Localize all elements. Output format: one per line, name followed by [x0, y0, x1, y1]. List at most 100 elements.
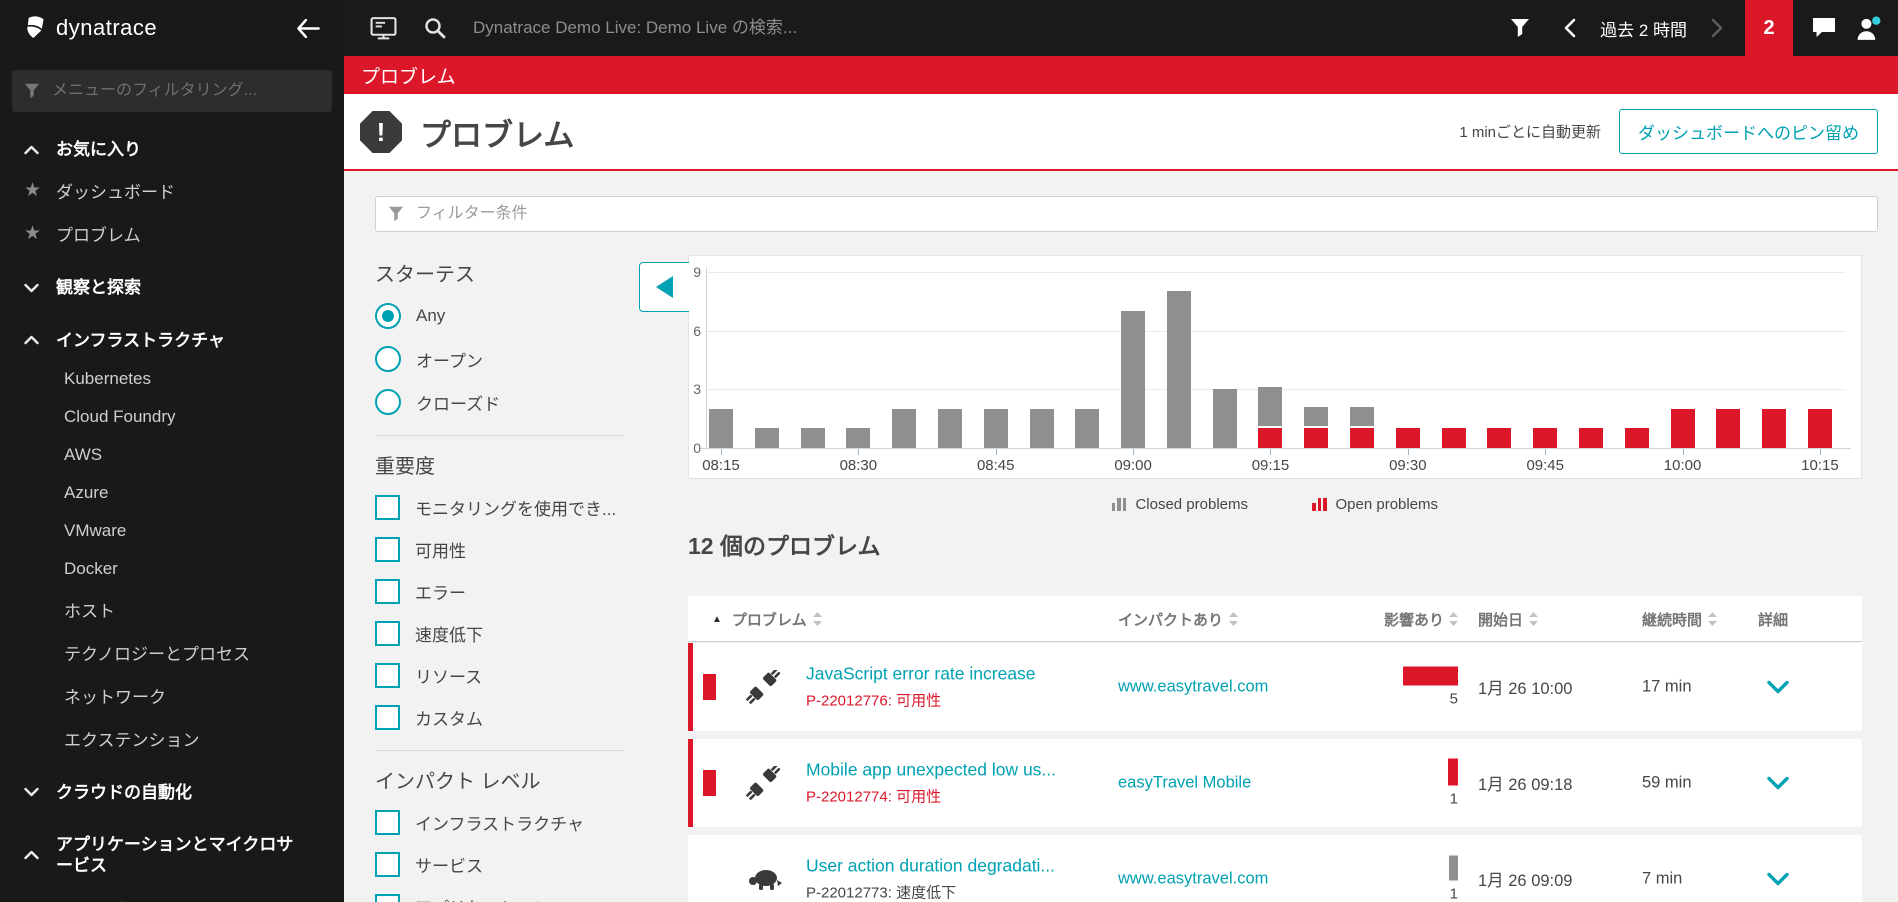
impacted-entity-link[interactable]: www.easytravel.com	[1118, 678, 1268, 697]
time-range-forward-icon[interactable]	[1711, 18, 1723, 38]
filter-checkbox[interactable]: 速度低下	[375, 621, 637, 646]
problem-title-cell: Mobile app unexpected low us... P-2201277…	[806, 760, 1056, 807]
x-axis-line	[701, 448, 1851, 449]
sidebar-item[interactable]: ネットワーク	[0, 674, 344, 717]
legend-item[interactable]: Closed problems	[1111, 496, 1248, 513]
sidebar-filter-input[interactable]	[50, 81, 320, 101]
checkbox-icon	[375, 663, 400, 688]
checkbox-icon	[375, 894, 400, 902]
status-radio[interactable]: オープン	[375, 346, 637, 372]
checkbox-icon	[375, 810, 400, 835]
global-search-input[interactable]	[471, 17, 1035, 39]
severity-indicator	[703, 770, 716, 796]
closed-problems-bar	[1121, 311, 1146, 448]
details-expand-button[interactable]	[1758, 773, 1798, 794]
dynatrace-logo-icon	[27, 16, 44, 38]
filter-checkbox[interactable]: モニタリングを使用でき...	[375, 495, 637, 520]
closed-problems-bar	[937, 408, 962, 448]
problem-row: JavaScript error rate increase P-22012776…	[688, 643, 1862, 731]
x-axis-label: 10:15	[1801, 457, 1839, 474]
chevron-down-icon	[1767, 680, 1789, 694]
problems-timeline-plot[interactable]: 0 3 6 9 08:15 08:30 08:45 09:00 09:15 09:30 09:45 1…	[689, 256, 1861, 478]
impact-options: インフラストラクチャサービスアプリケーション	[375, 810, 637, 902]
sidebar-item[interactable]: フロントエンド	[0, 886, 344, 902]
sidebar-item-label: ホスト	[64, 601, 115, 621]
severity-heading: 重要度	[375, 456, 435, 478]
filter-checkbox[interactable]: エラー	[375, 579, 637, 604]
start-date: 1月 26 10:00	[1478, 680, 1573, 698]
sidebar-item[interactable]: VMware	[0, 512, 344, 550]
details-expand-button[interactable]	[1758, 869, 1798, 890]
details-expand-button[interactable]	[1758, 677, 1798, 698]
duration: 17 min	[1642, 677, 1692, 696]
sidebar-item[interactable]: Kubernetes	[0, 360, 344, 398]
severity-indicator	[703, 674, 716, 700]
open-problems-bar	[1762, 408, 1787, 448]
filter-checkbox[interactable]: インフラストラクチャ	[375, 810, 637, 835]
filter-checkbox[interactable]: 可用性	[375, 537, 637, 562]
filter-checkbox[interactable]: リソース	[375, 663, 637, 688]
sidebar-section[interactable]: クラウドの自動化	[0, 773, 344, 812]
impacted-entity-link[interactable]: www.easytravel.com	[1118, 870, 1268, 889]
pin-to-dashboard-button[interactable]: ダッシュボードへのピン留め	[1619, 109, 1878, 154]
sidebar-item[interactable]: Azure	[0, 474, 344, 512]
sidebar-item[interactable]: Cloud Foundry	[0, 398, 344, 436]
x-axis-label: 08:30	[839, 457, 878, 474]
impacted-entity-link[interactable]: easyTravel Mobile	[1118, 774, 1251, 793]
dynatrace-problems-page: dynatrace 過去 2 時間	[0, 0, 1898, 902]
chat-icon[interactable]	[1811, 16, 1837, 40]
time-range-selector[interactable]: 過去 2 時間	[1600, 16, 1687, 41]
problem-title-link[interactable]: JavaScript error rate increase	[806, 664, 1036, 685]
sidebar-section[interactable]: アプリケーションとマイクロサービス	[0, 825, 344, 886]
time-range-back-icon[interactable]	[1564, 18, 1576, 38]
column-header[interactable]: 影響あり	[1343, 596, 1458, 642]
problem-id: P-22012774: 可用性	[806, 788, 942, 806]
problem-title-link[interactable]: User action duration degradati...	[806, 856, 1055, 877]
sidebar-collapse-arrow-icon[interactable]	[296, 18, 320, 38]
sidebar-item[interactable]: Docker	[0, 550, 344, 588]
filter-checkbox[interactable]: サービス	[375, 852, 637, 877]
mini-bar-chart-icon	[1312, 498, 1327, 511]
column-header[interactable]: ▲ プロブレム	[712, 596, 822, 642]
legend-item[interactable]: Open problems	[1312, 496, 1438, 513]
divider	[375, 435, 625, 436]
y-axis-label: 0	[693, 440, 701, 456]
sidebar-section[interactable]: インフラストラクチャ	[0, 321, 344, 360]
filter-conditions-input[interactable]	[414, 204, 1865, 224]
column-header[interactable]: 継続時間	[1642, 596, 1718, 642]
x-axis-label: 10:00	[1663, 457, 1702, 474]
breadcrumb[interactable]: プロブレム	[361, 62, 456, 89]
status-radio[interactable]: クローズド	[375, 389, 637, 415]
user-profile-icon[interactable]	[1855, 16, 1882, 41]
sidebar-section[interactable]: お気に入り	[0, 130, 344, 169]
filter-icon[interactable]	[1510, 18, 1530, 38]
column-header[interactable]: 開始日	[1478, 596, 1539, 642]
dynatrace-logo[interactable]: dynatrace	[22, 15, 157, 41]
sidebar-item-favorite[interactable]: ★ ダッシュボード	[0, 169, 344, 212]
status-radio[interactable]: Any	[375, 303, 637, 329]
column-header[interactable]: インパクトあり	[1118, 596, 1239, 642]
open-problems-badge[interactable]: 2	[1745, 0, 1793, 56]
checkbox-label: 可用性	[415, 542, 466, 561]
sidebar-item[interactable]: AWS	[0, 436, 344, 474]
radio-label: オープン	[416, 351, 483, 371]
open-problems-bar	[1441, 428, 1466, 448]
filter-checkbox[interactable]: アプリケーション	[375, 894, 637, 902]
collapse-chart-button[interactable]	[639, 262, 689, 312]
sidebar-item-favorite[interactable]: ★ プロブレム	[0, 212, 344, 255]
search-icon[interactable]	[423, 16, 447, 40]
sidebar-item-label: Azure	[64, 482, 109, 502]
sidebar-item[interactable]: テクノロジーとプロセス	[0, 631, 344, 674]
problem-title-link[interactable]: Mobile app unexpected low us...	[806, 760, 1056, 781]
monitor-icon[interactable]	[370, 16, 397, 41]
filter-checkbox[interactable]: カスタム	[375, 705, 637, 730]
status-heading: スターテス	[375, 264, 475, 286]
closed-problems-bar	[1258, 387, 1283, 427]
sidebar-item[interactable]: エクステンション	[0, 717, 344, 760]
availability-plug-icon	[746, 766, 782, 800]
sidebar-section[interactable]: 観察と探索	[0, 268, 344, 307]
open-problems-bar	[1350, 428, 1375, 448]
affected-bar	[1449, 855, 1458, 881]
sidebar-item[interactable]: ホスト	[0, 588, 344, 631]
x-axis-label: 09:45	[1526, 457, 1564, 474]
